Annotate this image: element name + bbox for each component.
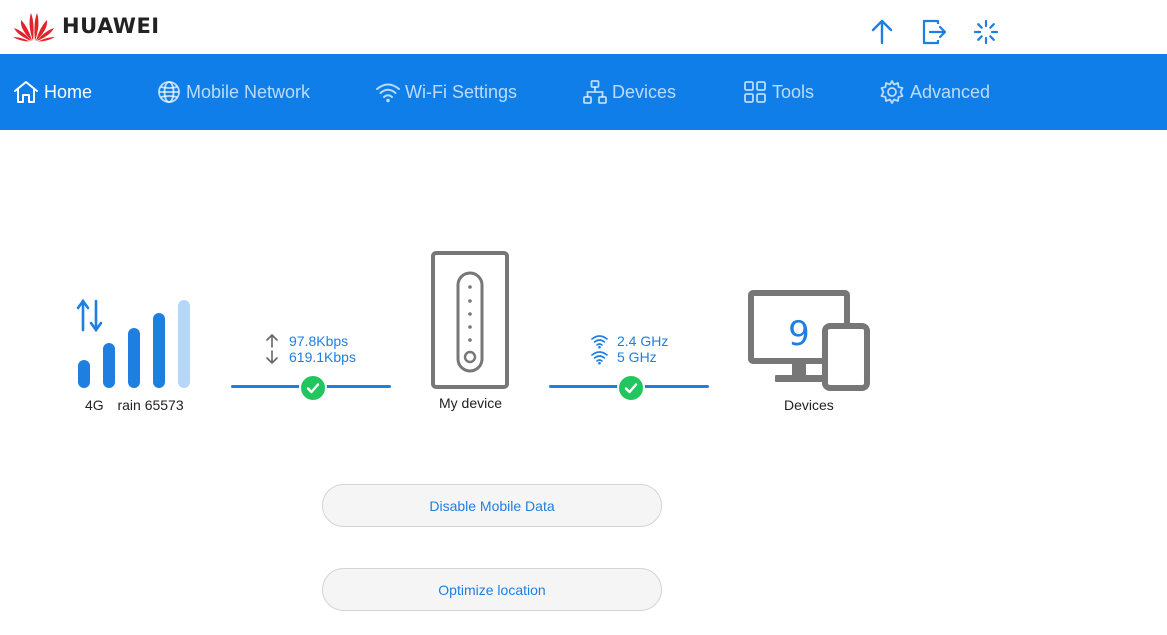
nav-item-wifi-settings[interactable]: Wi-Fi Settings [375, 54, 517, 130]
nav-item-label: Devices [612, 81, 677, 102]
top-bar: HUAWEI [0, 0, 1167, 54]
router-icon [431, 251, 509, 389]
upload-arrow-icon[interactable] [868, 18, 896, 46]
signal-bars-icon [76, 298, 190, 388]
huawei-petal-icon [13, 13, 55, 42]
wifi-icon [376, 83, 400, 103]
wifi-band-5: 5 GHz [617, 349, 657, 365]
globe-icon [158, 81, 180, 103]
gear-icon [880, 80, 904, 104]
devices-label: Devices [784, 397, 834, 413]
logout-icon[interactable] [920, 18, 948, 46]
signal-strength[interactable] [76, 298, 194, 390]
nav-item-label: Home [44, 81, 93, 102]
optimize-location-button[interactable]: Optimize location [322, 568, 662, 611]
disable-mobile-data-button[interactable]: Disable Mobile Data [322, 484, 662, 527]
wifi-icon [591, 351, 608, 365]
nav-item-label: Tools [772, 81, 815, 102]
nav-item-label: Advanced [910, 81, 991, 102]
nav-item-label: Mobile Network [186, 81, 311, 102]
network-tree-icon [583, 80, 607, 104]
arrow-up-icon [266, 334, 278, 348]
nav-item-tools[interactable]: Tools [742, 54, 814, 130]
main-nav: Home Mobile Network Wi-Fi Settings Devic… [0, 54, 1167, 130]
my-device-label: My device [439, 395, 503, 411]
arrow-down-icon [266, 350, 278, 364]
upload-rate-row: 97.8Kbps [264, 333, 348, 349]
wifi-band-row-5: 5 GHz [591, 349, 657, 365]
device-count: 9 [788, 314, 810, 354]
wifi-band-row-24: 2.4 GHz [591, 333, 668, 349]
nav-item-label: Wi-Fi Settings [405, 81, 518, 102]
download-rate-row: 619.1Kbps [264, 349, 356, 365]
upload-rate: 97.8Kbps [289, 333, 349, 349]
wifi-band-24: 2.4 GHz [617, 333, 669, 349]
brand-name: HUAWEI [62, 14, 160, 38]
home-icon [14, 81, 38, 103]
operator-name: rain 65573 [117, 397, 184, 413]
download-rate: 619.1Kbps [289, 349, 356, 365]
nav-item-advanced[interactable]: Advanced [878, 54, 990, 130]
network-info: 4G rain 65573 [85, 397, 184, 413]
mobile-connected-check-icon [299, 374, 327, 402]
nav-item-devices[interactable]: Devices [582, 54, 676, 130]
network-type: 4G [85, 397, 104, 413]
nav-item-home[interactable]: Home [12, 54, 92, 130]
loading-spinner-icon[interactable] [972, 18, 1000, 46]
nav-item-mobile-network[interactable]: Mobile Network [156, 54, 310, 130]
my-device[interactable] [431, 251, 509, 389]
huawei-logo: HUAWEI [12, 10, 160, 42]
wifi-connected-check-icon [617, 374, 645, 402]
wifi-icon [591, 335, 608, 349]
grid-icon [744, 81, 766, 103]
